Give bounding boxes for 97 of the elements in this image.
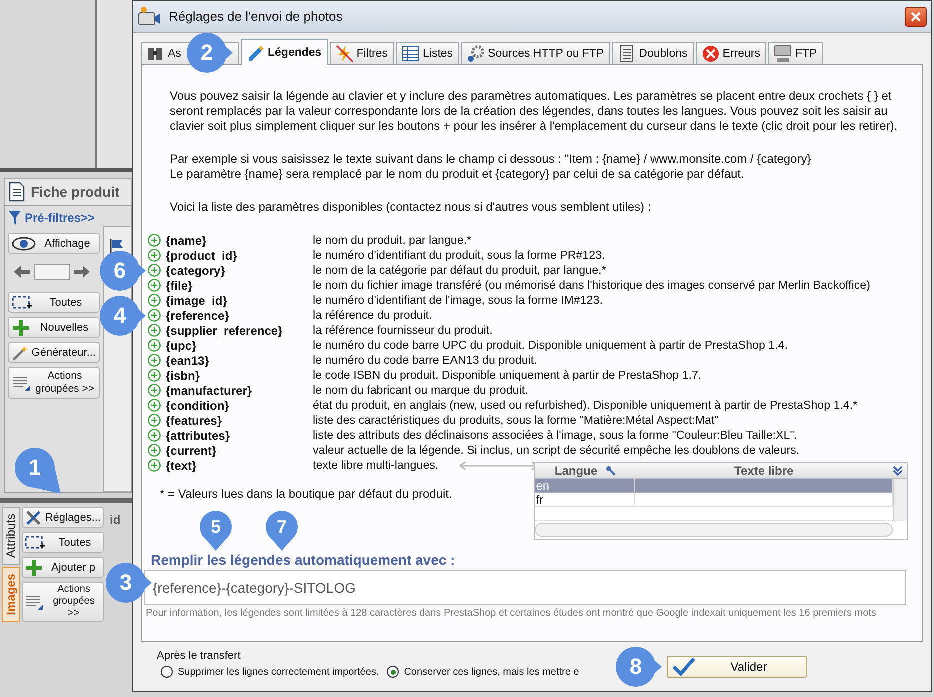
- tab[interactable]: Sources HTTP ou FTP: [461, 42, 610, 64]
- parameter-name: {isbn}: [166, 368, 202, 382]
- close-icon: [911, 12, 921, 22]
- table-icon: [402, 44, 420, 62]
- parameter-name: {category}: [166, 264, 226, 278]
- filter-icon: [8, 210, 22, 226]
- toolbar-button[interactable]: Toutes: [22, 532, 104, 553]
- group-label: Après le transfert: [157, 650, 242, 662]
- parameter-name: {file}: [166, 278, 194, 292]
- tab[interactable]: Doublons: [612, 42, 694, 64]
- parameter-description: le nom du fabricant ou marque du produit.: [313, 384, 530, 397]
- parameter-description: liste des caractéristiques du produits, sous la forme "Matière:Métal Aspect:Mat": [313, 414, 720, 427]
- toolbar-button[interactable]: Toutes: [8, 292, 100, 313]
- close-button[interactable]: [905, 6, 927, 26]
- error-icon: [702, 44, 720, 62]
- toolbar-button[interactable]: Nouvelles: [8, 317, 100, 338]
- checkmark-icon: [672, 658, 696, 676]
- description-text: Voici la liste des paramètres disponibles (contactez nous si d'autres vous semblent utiles) :: [170, 200, 652, 215]
- list-icon: [25, 594, 44, 610]
- list-icon: [12, 374, 31, 392]
- tab[interactable]: FTP: [768, 42, 824, 64]
- toolbar-button[interactable]: Actions groupées >>: [8, 367, 100, 399]
- pencil-icon: [247, 44, 265, 62]
- parameter-name: {features}: [166, 414, 224, 428]
- panel-tab[interactable]: Fiche produit: [4, 178, 132, 205]
- left-arrow-icon: [14, 266, 30, 278]
- parameter-description: la référence du produit.: [313, 309, 434, 322]
- side-tab[interactable]: Attributs: [2, 507, 20, 566]
- parameter-description: le numéro du code barre UPC du produit. Disponible uniquement à partir de PrestaShop 1.4.: [313, 339, 789, 352]
- description-text: Vous pouvez saisir la légende au clavier et y inclure des paramètres automatiques. Les paramètres se placent entre deux crochets { } et seront remplacés par la valeur correspondante lors de la création des légendes, dans toutes les langues. Vous pouvez soit les saisir au clavier soit plus simplement cliquer sur les boutons + pour les insérer à l'emplacement du curseur dans le texte (clic droit pour les retirer).: [170, 89, 899, 134]
- parameter-name: {ean13}: [166, 354, 210, 368]
- parameter-description: le nom du produit, par langue.*: [313, 234, 473, 247]
- parameter-name: {attributes}: [166, 428, 232, 442]
- tab[interactable]: Filtres: [330, 42, 394, 64]
- selection-icon: [12, 295, 33, 310]
- parameter-name: {reference}: [166, 308, 230, 322]
- parameter-description: le nom du fichier image transféré (ou mémorisé dans l'historique des images conservé par Merlin Backoffice): [313, 279, 872, 292]
- expand-icon: [892, 466, 903, 476]
- server-icon: [774, 44, 792, 62]
- parameter-description: le numéro du code barre EAN13 du produit.: [313, 354, 538, 367]
- flag-icon: [110, 239, 124, 255]
- horizontal-scrollbar[interactable]: [535, 523, 893, 537]
- parameter-description: le code ISBN du produit. Disponible uniquement à partir de PrestaShop 1.7.: [313, 369, 703, 382]
- prefilter-link[interactable]: Pré-filtres>>: [25, 211, 96, 225]
- radio-label[interactable]: Supprimer les lignes correctement importées.: [178, 666, 380, 678]
- parameter-name: {name}: [166, 234, 208, 248]
- tab[interactable]: Listes: [396, 42, 460, 64]
- toolbar-button[interactable]: Actions groupées >>: [22, 582, 104, 622]
- caption-input-field[interactable]: {reference}-{category}-SITOLOG: [144, 570, 906, 605]
- parameter-name: {supplier_reference}: [166, 324, 284, 338]
- lightning-icon: [336, 44, 354, 62]
- eye-icon: [12, 236, 36, 252]
- parameter-name: {text}: [166, 458, 198, 472]
- tab[interactable]: Légendes: [241, 39, 328, 65]
- radio-label[interactable]: Conserver ces lignes, mais les mettre e: [404, 666, 580, 678]
- right-arrow-icon: [74, 266, 90, 278]
- vertical-scrollbar[interactable]: [892, 479, 907, 521]
- parameter-description: valeur actuelle de la légende. Si inclus, un script de sécurité empêche les doublons de valeurs.: [313, 444, 801, 457]
- column-header[interactable]: Texte libre: [734, 464, 794, 478]
- tab[interactable]: Erreurs: [696, 42, 766, 64]
- parameter-description: texte libre multi-langues.: [313, 459, 440, 472]
- parameter-description: le nom de la catégorie par défaut du produit, par langue.*: [313, 264, 608, 277]
- window-title: Réglages de l'envoi de photos: [169, 9, 344, 24]
- parameter-name: {product_id}: [166, 248, 238, 262]
- document-icon: [618, 44, 636, 62]
- film-camera-icon: [137, 4, 161, 28]
- plus-icon: [12, 318, 30, 336]
- info-text: Pour information, les légendes sont limitées à 128 caractères dans PrestaShop et certaines études ont montré que Google indexait uniquement les 16 premiers mots: [146, 607, 876, 620]
- plus-icon: [25, 558, 43, 576]
- toolbar-button[interactable]: Générateur...: [8, 342, 100, 363]
- parameter-description: le numéro d'identifiant de l'image, sous la forme IM#123.: [313, 294, 604, 307]
- parameter-name: {condition}: [166, 398, 230, 412]
- description-text: Par exemple si vous saisissez le texte suivant dans le champ ci dessous : "Item : {name} / www.monsite.com / {category} Le paramètre {name} sera remplacé par le nom du produit et {category} par celui de sa catégorie par défaut.: [170, 152, 812, 182]
- toolbar-button[interactable]: Réglages...: [22, 507, 104, 528]
- selection-icon: [25, 535, 46, 550]
- parameter-name: {current}: [166, 444, 218, 458]
- key-icon: [606, 466, 616, 476]
- parameter-name: {image_id}: [166, 294, 228, 308]
- parameter-description: le numéro d'identifiant du produit, sous la forme PR#123.: [313, 249, 606, 262]
- field-label: Remplir les légendes automatiquement avec :: [151, 552, 456, 568]
- column-header: id: [109, 512, 121, 527]
- column-header[interactable]: Langue: [554, 464, 598, 478]
- footnote-text: * = Valeurs lues dans la boutique par défaut du produit.: [160, 487, 454, 501]
- parameter-description: la référence fournisseur du produit.: [313, 324, 494, 337]
- confirm-button[interactable]: Valider: [667, 656, 807, 678]
- magic-wand-icon: [12, 344, 29, 362]
- grid-row[interactable]: fr: [535, 493, 893, 507]
- toolbar-button[interactable]: Ajouter p: [22, 557, 104, 578]
- parameter-name: {upc}: [166, 338, 198, 352]
- page-field[interactable]: [34, 264, 70, 280]
- parameter-name: {manufacturer}: [166, 384, 254, 398]
- parameter-description: état du produit, en anglais (new, used ou refurbished). Disponible uniquement à partir de PrestaShop 1.4.*: [313, 399, 859, 412]
- parameter-description: liste des attributs des déclinaisons associées à l'image, sous la forme "Couleur:Bleu Taille:XL".: [313, 429, 799, 442]
- radio-button[interactable]: [387, 666, 400, 678]
- radio-button[interactable]: [161, 666, 173, 678]
- toolbar-button[interactable]: Affichage: [8, 233, 100, 254]
- document-icon: [9, 182, 25, 202]
